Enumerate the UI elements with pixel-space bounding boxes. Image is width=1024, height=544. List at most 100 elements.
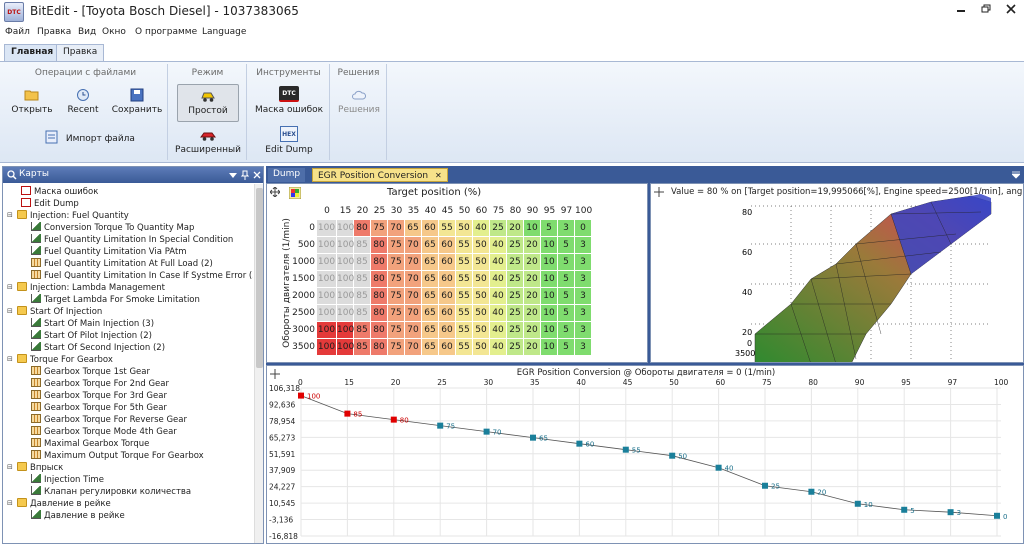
map-cell[interactable]: 50 <box>473 339 490 356</box>
tree-item[interactable]: Fuel Quantity Limitation In Case If Syst… <box>31 270 253 282</box>
data-point[interactable] <box>901 506 908 513</box>
map-cell[interactable]: 65 <box>422 305 439 322</box>
map-cell[interactable]: 100 <box>337 339 354 356</box>
map-cell[interactable]: 85 <box>354 271 371 288</box>
tree-folder[interactable]: Injection: Fuel Quantity <box>17 210 129 222</box>
map-cell[interactable]: 3 <box>575 322 592 339</box>
tree-folder[interactable]: Injection: Lambda Management <box>17 282 165 294</box>
tree-item[interactable]: Start Of Second Injection (2) <box>31 342 165 354</box>
move-icon[interactable] <box>270 187 280 197</box>
map-cell[interactable]: 100 <box>317 322 337 339</box>
map-cell[interactable]: 75 <box>388 305 405 322</box>
map-cell[interactable]: 75 <box>388 339 405 356</box>
map-cell[interactable]: 55 <box>456 271 473 288</box>
map-cell[interactable]: 50 <box>473 271 490 288</box>
data-point[interactable] <box>994 512 1000 519</box>
tree-item[interactable]: Клапан регулировки количества <box>31 486 191 498</box>
data-point[interactable] <box>669 452 676 459</box>
map-cell[interactable]: 40 <box>490 339 507 356</box>
map-cell[interactable]: 65 <box>422 254 439 271</box>
map-cell[interactable]: 50 <box>473 254 490 271</box>
map-cell[interactable]: 75 <box>388 237 405 254</box>
data-point[interactable] <box>808 488 815 495</box>
map-cell[interactable]: 85 <box>354 288 371 305</box>
map-cell[interactable]: 55 <box>456 288 473 305</box>
map-cell[interactable]: 3 <box>558 220 575 237</box>
map-cell[interactable]: 65 <box>422 288 439 305</box>
tab-egr-position-conversion[interactable]: EGR Position Conversion ✕ <box>312 168 448 182</box>
surface-3d-plot[interactable]: 80 60 40 20 0 3500 <box>651 184 1024 363</box>
map-cell[interactable]: 20 <box>507 220 524 237</box>
map-cell[interactable]: 80 <box>371 288 388 305</box>
tree-item[interactable]: Gearbox Torque For 2nd Gear <box>31 378 169 390</box>
map-cell[interactable]: 3 <box>575 237 592 254</box>
map-cell[interactable]: 10 <box>541 288 558 305</box>
map-cell[interactable]: 10 <box>541 237 558 254</box>
map-cell[interactable]: 20 <box>524 339 541 356</box>
data-point[interactable] <box>947 509 954 516</box>
minimize-button[interactable] <box>950 2 972 20</box>
map-cell[interactable]: 75 <box>388 271 405 288</box>
tree-folder[interactable]: Start Of Injection <box>17 306 102 318</box>
map-cell[interactable]: 25 <box>490 220 507 237</box>
map-cell[interactable]: 70 <box>405 237 422 254</box>
map-cell[interactable]: 80 <box>371 339 388 356</box>
map-cell[interactable]: 80 <box>371 254 388 271</box>
map-cell[interactable]: 5 <box>558 322 575 339</box>
map-cell[interactable]: 40 <box>490 288 507 305</box>
map-cell[interactable]: 65 <box>405 220 422 237</box>
map-cell[interactable]: 60 <box>439 271 456 288</box>
map-cell[interactable]: 100 <box>317 305 337 322</box>
map-cell[interactable]: 40 <box>490 254 507 271</box>
collapse-icon[interactable]: ⊟ <box>7 211 13 219</box>
panel-close-icon[interactable] <box>253 171 261 179</box>
tree-item[interactable]: Маска ошибок <box>21 186 98 198</box>
data-point[interactable] <box>483 428 490 435</box>
map-cell[interactable]: 75 <box>371 220 388 237</box>
map-cell[interactable]: 3 <box>575 271 592 288</box>
map-cell[interactable]: 3 <box>575 254 592 271</box>
map-cell[interactable]: 100 <box>337 271 354 288</box>
tree-item[interactable]: Gearbox Torque Mode 4th Gear <box>31 426 177 438</box>
map-cell[interactable]: 75 <box>388 322 405 339</box>
menu-file[interactable]: Файл <box>5 27 30 37</box>
map-cell[interactable]: 80 <box>371 322 388 339</box>
map-cell[interactable]: 25 <box>507 237 524 254</box>
tree-item[interactable]: Gearbox Torque For 3rd Gear <box>31 390 167 402</box>
tree-item[interactable]: Injection Time <box>31 474 104 486</box>
data-point[interactable] <box>390 416 397 423</box>
map-cell[interactable]: 25 <box>507 322 524 339</box>
map-cell[interactable]: 70 <box>405 271 422 288</box>
tree-item[interactable]: Start Of Pilot Injection (2) <box>31 330 152 342</box>
open-button[interactable]: Открыть <box>10 88 54 115</box>
tree-item[interactable]: Maximal Gearbox Torque <box>31 438 149 450</box>
map-cell[interactable]: 55 <box>456 237 473 254</box>
tree-item[interactable]: Fuel Quantity Limitation In Special Cond… <box>31 234 233 246</box>
map-cell[interactable]: 25 <box>507 254 524 271</box>
map-cell[interactable]: 10 <box>541 254 558 271</box>
map-cell[interactable]: 20 <box>524 271 541 288</box>
map-cell[interactable]: 100 <box>337 220 354 237</box>
map-cell[interactable]: 85 <box>354 237 371 254</box>
map-cell[interactable]: 65 <box>422 237 439 254</box>
solutions-button[interactable]: Решения <box>333 88 385 115</box>
map-cell[interactable]: 100 <box>337 254 354 271</box>
map-cell[interactable]: 10 <box>541 305 558 322</box>
map-cell[interactable]: 70 <box>405 305 422 322</box>
map-cell[interactable]: 20 <box>524 288 541 305</box>
map-cell[interactable]: 3 <box>575 305 592 322</box>
map-cell[interactable]: 25 <box>507 339 524 356</box>
map-cell[interactable]: 60 <box>439 339 456 356</box>
tree-item[interactable]: Давление в рейке <box>31 510 125 522</box>
map-cell[interactable]: 5 <box>541 220 558 237</box>
map-cell[interactable]: 70 <box>405 339 422 356</box>
menu-edit[interactable]: Правка <box>37 27 71 37</box>
map-cell[interactable]: 85 <box>354 305 371 322</box>
map-cell[interactable]: 70 <box>388 220 405 237</box>
line-chart[interactable]: 106,318 92,636 78,954 65,273 51,591 37,909 24,… <box>267 366 1024 544</box>
edit-dump-button[interactable]: HEX Edit Dump <box>252 126 326 155</box>
tree-item[interactable]: Fuel Quantity Limitation At Full Load (2… <box>31 258 213 270</box>
tree-item[interactable]: Gearbox Torque For Reverse Gear <box>31 414 187 426</box>
save-button[interactable]: Сохранить <box>110 88 164 115</box>
map-cell[interactable]: 50 <box>473 288 490 305</box>
